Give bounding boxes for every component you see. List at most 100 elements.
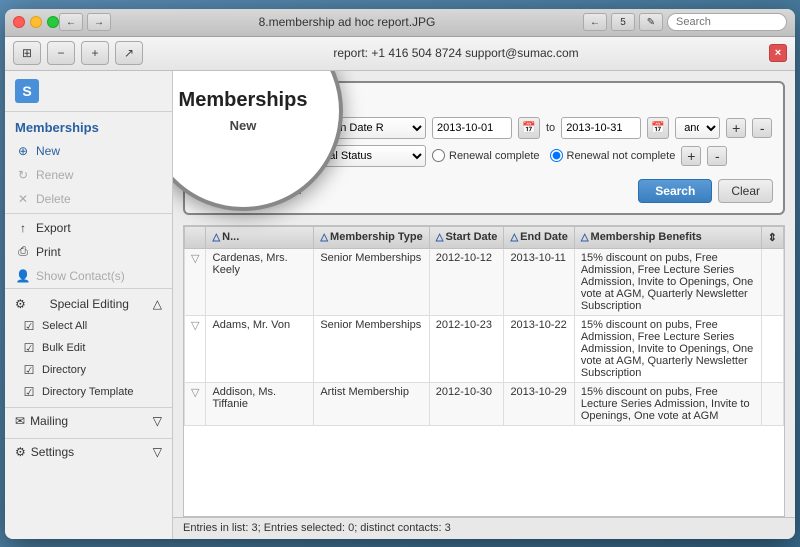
sidebar-item-export[interactable]: ↑ Export bbox=[5, 216, 172, 240]
row-end-1: 2013-10-22 bbox=[504, 315, 574, 382]
col-membership-type[interactable]: △Membership Type bbox=[314, 226, 429, 248]
toolbar-icon-1[interactable]: ⊞ bbox=[13, 41, 41, 65]
row-name-1: Adams, Mr. Von bbox=[206, 315, 314, 382]
settings-label: Settings bbox=[31, 445, 74, 459]
sidebar-item-directory-template[interactable]: ☑ Directory Template bbox=[5, 381, 172, 403]
row-type-2: Artist Membership bbox=[314, 382, 429, 425]
clear-button[interactable]: Clear bbox=[718, 179, 773, 203]
sidebar-item-directory[interactable]: ☑ Directory bbox=[5, 359, 172, 381]
row-scroll-1 bbox=[761, 315, 783, 382]
row-name-0: Cardenas, Mrs. Keely bbox=[206, 248, 314, 315]
table-row[interactable]: ▽ Cardenas, Mrs. Keely Senior Membership… bbox=[185, 248, 784, 315]
table-body: ▽ Cardenas, Mrs. Keely Senior Membership… bbox=[185, 248, 784, 425]
search-type-label-1: Search Type: bbox=[195, 121, 280, 135]
minimize-traffic-light[interactable] bbox=[30, 16, 42, 28]
row-end-0: 2013-10-11 bbox=[504, 248, 574, 315]
titlebar: ← → 8.membership ad hoc report.JPG ← 5 ✎ bbox=[5, 9, 795, 37]
settings-toggle[interactable]: ⚙ Settings ▽ bbox=[5, 439, 172, 465]
and-select[interactable]: and bbox=[675, 117, 720, 139]
cal-btn-from[interactable]: 📅 bbox=[518, 117, 540, 139]
sidebar-item-renew-label: Renew bbox=[36, 168, 73, 182]
titlebar-search-input[interactable] bbox=[667, 13, 787, 31]
search-type-select-2[interactable]: Renewal Status bbox=[286, 145, 426, 167]
remove-row-2-button[interactable]: - bbox=[707, 146, 727, 166]
not-yet-renewed-checkbox-label[interactable]: Not yet renewed bbox=[195, 183, 301, 197]
col-start-date[interactable]: △Start Date bbox=[429, 226, 504, 248]
date-from-input[interactable] bbox=[432, 117, 512, 139]
special-editing-header[interactable]: ⚙ Special Editing △ bbox=[5, 293, 172, 315]
row-benefits-1: 15% discount on pubs, Free Admission, Fr… bbox=[574, 315, 761, 382]
special-editing-icon: ⚙ bbox=[15, 297, 26, 311]
settings-icon: ⚙ bbox=[15, 445, 26, 459]
to-label: to bbox=[546, 122, 555, 134]
toolbar-zoom-in[interactable]: + bbox=[81, 41, 109, 65]
mailing-section: ✉ Mailing ▽ bbox=[5, 407, 172, 434]
row-start-0: 2012-10-12 bbox=[429, 248, 504, 315]
sidebar-item-print[interactable]: ⎙ Print bbox=[5, 240, 172, 264]
search-actions: Search Clear bbox=[638, 179, 773, 203]
traffic-lights bbox=[13, 16, 59, 28]
nav-back-button[interactable]: ← bbox=[583, 13, 607, 31]
row-expand-1[interactable]: ▽ bbox=[185, 315, 206, 382]
sidebar-item-select-all[interactable]: ☑ Select All bbox=[5, 315, 172, 337]
directory-template-label: Directory Template bbox=[42, 386, 134, 398]
print-icon: ⎙ bbox=[15, 244, 31, 260]
toolbar-share[interactable]: ↗ bbox=[115, 41, 143, 65]
search-panel-title: Searching △ bbox=[195, 93, 773, 109]
status-bar: Entries in list: 3; Entries selected: 0;… bbox=[173, 517, 795, 539]
back-button[interactable]: ← bbox=[59, 13, 83, 31]
sidebar-item-bulk-edit[interactable]: ☑ Bulk Edit bbox=[5, 337, 172, 359]
radio-renewal-complete-input[interactable] bbox=[432, 149, 445, 162]
row-start-2: 2012-10-30 bbox=[429, 382, 504, 425]
sidebar-divider-1 bbox=[5, 213, 172, 214]
delete-icon: ✕ bbox=[15, 191, 31, 207]
remove-row-1-button[interactable]: - bbox=[752, 118, 772, 138]
col-benefits[interactable]: △Membership Benefits bbox=[574, 226, 761, 248]
bulk-edit-icon: ☑ bbox=[21, 340, 37, 356]
col-name[interactable]: △N... bbox=[206, 226, 314, 248]
not-yet-renewed-checkbox[interactable] bbox=[195, 183, 208, 196]
cal-btn-to[interactable]: 📅 bbox=[647, 117, 669, 139]
radio-renewal-not-complete[interactable]: Renewal not complete bbox=[550, 149, 676, 162]
new-icon: ⊕ bbox=[15, 143, 31, 159]
row-expand-2[interactable]: ▽ bbox=[185, 382, 206, 425]
table-row[interactable]: ▽ Adams, Mr. Von Senior Memberships 2012… bbox=[185, 315, 784, 382]
maximize-traffic-light[interactable] bbox=[47, 16, 59, 28]
sidebar-item-renew: ↻ Renew bbox=[5, 163, 172, 187]
col-end-date[interactable]: △End Date bbox=[504, 226, 574, 248]
add-row-2-button[interactable]: + bbox=[681, 146, 701, 166]
special-editing-label: Special Editing bbox=[50, 297, 129, 311]
row-expand-0[interactable]: ▽ bbox=[185, 248, 206, 315]
toolbar-close-button[interactable]: × bbox=[769, 44, 787, 62]
sidebar-item-new[interactable]: ⊕ New bbox=[5, 139, 172, 163]
row-start-1: 2012-10-23 bbox=[429, 315, 504, 382]
forward-button[interactable]: → bbox=[87, 13, 111, 31]
page-number-btn[interactable]: 5 bbox=[611, 13, 635, 31]
titlebar-controls: ← → bbox=[59, 13, 111, 31]
col-scroll[interactable]: ⇕ bbox=[761, 226, 783, 248]
sidebar-logo: S bbox=[5, 71, 172, 112]
add-row-1-button[interactable]: + bbox=[726, 118, 746, 138]
directory-icon: ☑ bbox=[21, 362, 37, 378]
table-row[interactable]: ▽ Addison, Ms. Tiffanie Artist Membershi… bbox=[185, 382, 784, 425]
edit-button[interactable]: ✎ bbox=[639, 13, 663, 31]
radio-renewal-complete[interactable]: Renewal complete bbox=[432, 149, 540, 162]
date-to-input[interactable] bbox=[561, 117, 641, 139]
search-panel-container: Memberships New Searching △ Search Type:… bbox=[173, 71, 795, 225]
directory-template-icon: ☑ bbox=[21, 384, 37, 400]
results-table: △N... △Membership Type △Start Date △End … bbox=[184, 226, 784, 426]
search-panel: Searching △ Search Type: Expiring in Dat… bbox=[183, 81, 785, 215]
toolbar-zoom-out[interactable]: − bbox=[47, 41, 75, 65]
sidebar-item-delete: ✕ Delete bbox=[5, 187, 172, 211]
row-scroll-0 bbox=[761, 248, 783, 315]
special-editing-section: ⚙ Special Editing △ ☑ Select All ☑ Bulk … bbox=[5, 288, 172, 403]
search-button[interactable]: Search bbox=[638, 179, 712, 203]
radio-renewal-not-complete-input[interactable] bbox=[550, 149, 563, 162]
radio-renewal-not-complete-label: Renewal not complete bbox=[567, 150, 676, 162]
search-type-select-1[interactable]: Expiring in Date R bbox=[286, 117, 426, 139]
titlebar-right-controls: ← 5 ✎ bbox=[583, 13, 787, 31]
close-traffic-light[interactable] bbox=[13, 16, 25, 28]
results-table-area: △N... △Membership Type △Start Date △End … bbox=[183, 225, 785, 517]
settings-section: ⚙ Settings ▽ bbox=[5, 438, 172, 465]
mailing-toggle[interactable]: ✉ Mailing ▽ bbox=[5, 408, 172, 434]
